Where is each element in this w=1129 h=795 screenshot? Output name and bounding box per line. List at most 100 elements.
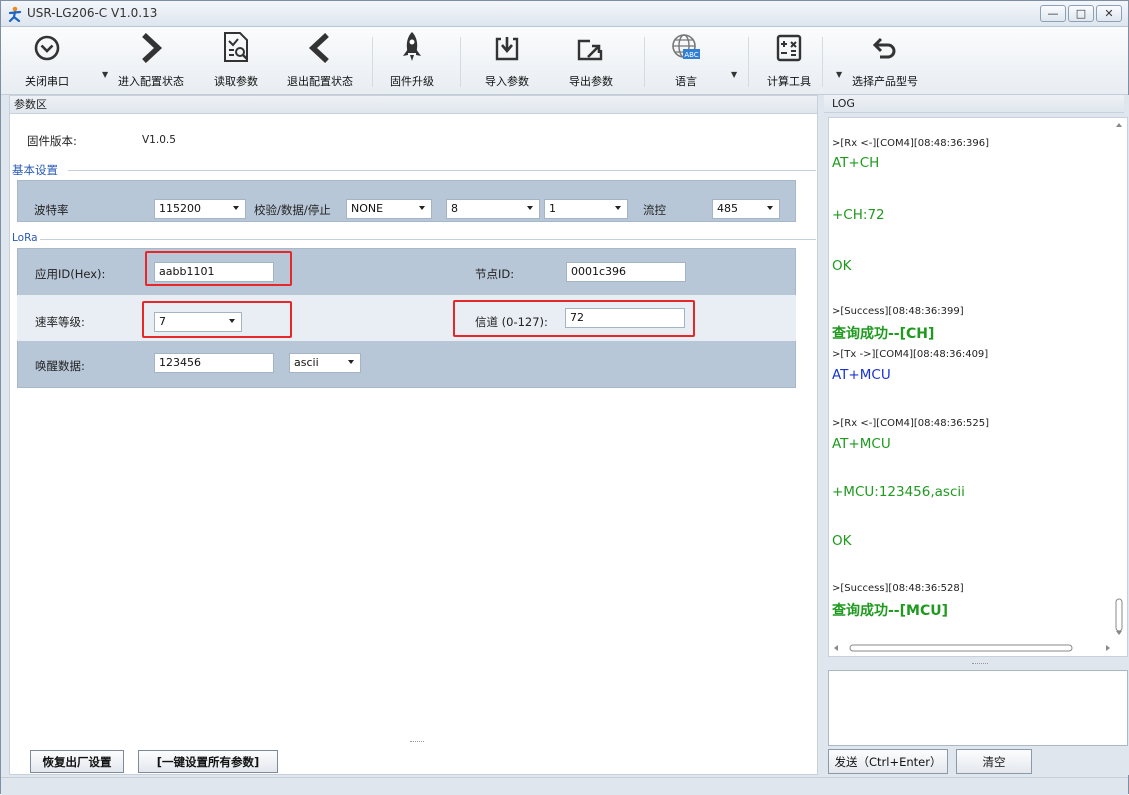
log-line: OK xyxy=(832,258,852,274)
log-vertical-scrollbar[interactable] xyxy=(1112,119,1126,639)
flow-label: 流控 xyxy=(643,203,666,217)
log-output: >[Rx <-][COM4][08:48:36:396] AT+CH +CH:7… xyxy=(828,117,1128,657)
chevron-right-icon xyxy=(139,32,163,66)
maximize-icon: □ xyxy=(1075,7,1087,20)
rate-label: 速率等级: xyxy=(35,315,85,329)
toolbar-label-import: 导入参数 xyxy=(485,75,529,88)
chevron-down-icon xyxy=(527,206,533,210)
log-header: LOG xyxy=(824,95,1124,113)
toolbar-label-read-params: 读取参数 xyxy=(214,75,258,88)
highlight-appid xyxy=(145,251,292,286)
toolbar-label-select-product: 选择产品型号 xyxy=(852,75,918,88)
log-line: >[Success][08:48:36:528] xyxy=(832,583,964,594)
globe-abc-icon: ABC xyxy=(670,33,702,66)
restore-factory-button[interactable]: 恢复出厂设置 xyxy=(30,750,124,773)
rocket-icon xyxy=(401,31,423,66)
toolbar-separator xyxy=(644,37,645,87)
product-dropdown-arrow[interactable]: ▼ xyxy=(836,71,843,79)
close-button[interactable]: ✕ xyxy=(1096,5,1122,22)
splitter-grip[interactable] xyxy=(410,741,424,742)
firmware-value: V1.0.5 xyxy=(142,134,176,146)
read-params-button[interactable]: 读取参数 xyxy=(206,31,266,89)
read-doc-search-icon xyxy=(222,31,250,66)
chevron-circle-down-icon xyxy=(32,33,62,66)
app-logo-icon xyxy=(7,6,23,25)
toolbar-separator xyxy=(748,37,749,87)
node-id-input[interactable]: 0001c396 xyxy=(566,262,686,282)
clear-button[interactable]: 清空 xyxy=(956,749,1032,774)
title-bar: USR-LG206-C V1.0.13 — □ ✕ xyxy=(1,1,1128,27)
chevron-left-icon xyxy=(308,32,332,66)
log-splitter-grip[interactable] xyxy=(972,663,988,664)
chevron-down-icon xyxy=(348,360,354,364)
lora-heading: LoRa xyxy=(12,232,38,244)
exit-config-button[interactable]: 退出配置状态 xyxy=(282,31,358,89)
log-line: >[Rx <-][COM4][08:48:36:525] xyxy=(832,418,990,429)
send-button[interactable]: 发送（Ctrl+Enter） xyxy=(828,749,948,774)
export-icon xyxy=(576,37,606,66)
log-horizontal-scrollbar[interactable] xyxy=(830,641,1126,655)
parity-value: NONE xyxy=(351,202,384,215)
highlight-channel xyxy=(453,300,695,337)
log-line: AT+CH xyxy=(832,155,880,171)
language-dropdown-arrow[interactable]: ▼ xyxy=(731,71,738,79)
flow-select[interactable]: 485 xyxy=(712,199,780,219)
chevron-down-icon xyxy=(419,206,425,210)
chevron-down-icon xyxy=(615,206,621,210)
params-header: 参数区 xyxy=(10,96,817,114)
export-params-button[interactable]: 导出参数 xyxy=(561,31,621,89)
minimize-button[interactable]: — xyxy=(1040,5,1066,22)
parity-label: 校验/数据/停止 xyxy=(254,203,331,217)
log-line: >[Tx ->][COM4][08:48:36:409] xyxy=(832,349,989,360)
node-id-label: 节点ID: xyxy=(475,267,515,281)
app-window: USR-LG206-C V1.0.13 — □ ✕ 关闭串口 ▼ 进入配置状态 … xyxy=(0,0,1129,795)
appid-label: 应用ID(Hex): xyxy=(35,267,106,281)
log-line: 查询成功--[CH] xyxy=(832,326,935,342)
firmware-label: 固件版本: xyxy=(27,134,77,148)
toolbar-label-calc: 计算工具 xyxy=(767,75,811,88)
data-bits-select[interactable]: 8 xyxy=(446,199,540,219)
import-params-button[interactable]: 导入参数 xyxy=(477,31,537,89)
toolbar-label-close-port: 关闭串口 xyxy=(25,75,69,88)
import-icon xyxy=(493,35,521,66)
undo-arrow-icon xyxy=(871,35,899,66)
calc-tools-button[interactable]: 计算工具 xyxy=(759,31,819,89)
set-all-params-button[interactable]: [一键设置所有参数] xyxy=(138,750,278,773)
close-port-dropdown-arrow[interactable]: ▼ xyxy=(102,71,109,79)
log-line: AT+MCU xyxy=(832,367,891,383)
close-port-button[interactable]: 关闭串口 xyxy=(25,31,69,89)
log-line: >[Rx <-][COM4][08:48:36:396] xyxy=(832,138,990,149)
log-line: AT+MCU xyxy=(832,436,891,452)
send-input[interactable] xyxy=(828,670,1128,746)
flow-value: 485 xyxy=(717,202,738,215)
maximize-button[interactable]: □ xyxy=(1068,5,1094,22)
toolbar-separator xyxy=(822,37,823,87)
log-line: >[Success][08:48:36:399] xyxy=(832,306,964,317)
select-product-button[interactable]: 选择产品型号 xyxy=(845,31,925,89)
toolbar-label-enter-config: 进入配置状态 xyxy=(118,75,184,88)
wake-format-value: ascii xyxy=(294,356,319,369)
wake-format-select[interactable]: ascii xyxy=(289,353,361,373)
stop-bits-select[interactable]: 1 xyxy=(544,199,628,219)
node-id-value: 0001c396 xyxy=(571,265,627,278)
window-title: USR-LG206-C V1.0.13 xyxy=(27,6,158,20)
log-line: 查询成功--[MCU] xyxy=(832,603,948,619)
data-bits-value: 8 xyxy=(451,202,458,215)
toolbar-separator xyxy=(460,37,461,87)
log-panel: LOG >[Rx <-][COM4][08:48:36:396] AT+CH +… xyxy=(824,95,1129,775)
toolbar-label-exit-config: 退出配置状态 xyxy=(287,75,353,88)
enter-config-button[interactable]: 进入配置状态 xyxy=(113,31,189,89)
chevron-down-icon xyxy=(233,206,239,210)
calculator-icon xyxy=(775,33,803,66)
parity-select[interactable]: NONE xyxy=(346,199,432,219)
svg-text:ABC: ABC xyxy=(684,51,698,59)
firmware-upgrade-button[interactable]: 固件升级 xyxy=(385,31,439,89)
highlight-rate xyxy=(142,301,292,338)
close-icon: ✕ xyxy=(1104,7,1114,20)
wake-data-input[interactable]: 123456 xyxy=(154,353,274,373)
baud-select[interactable]: 115200 xyxy=(154,199,246,219)
language-button[interactable]: ABC 语言 xyxy=(665,31,707,89)
basic-settings-heading: 基本设置 xyxy=(12,163,58,177)
toolbar-label-firmware: 固件升级 xyxy=(390,75,434,88)
log-line: +MCU:123456,ascii xyxy=(832,484,965,500)
